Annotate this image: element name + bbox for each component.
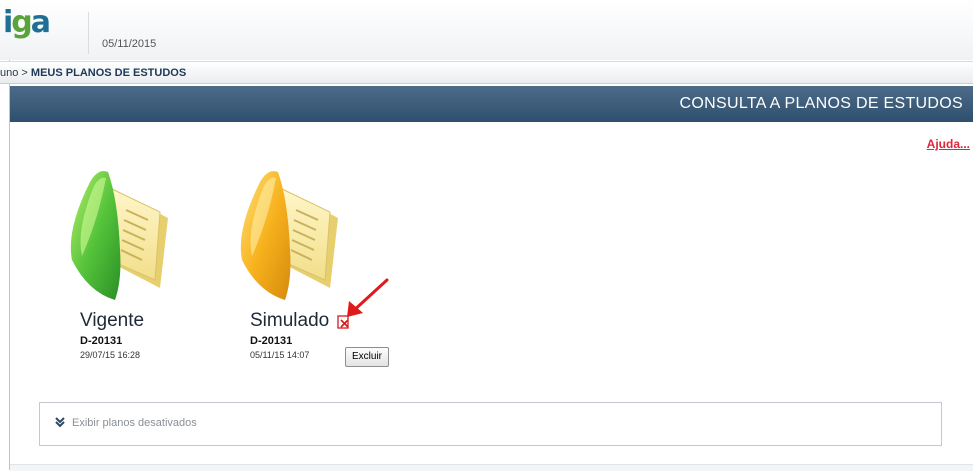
title-bar: CONSULTA A PLANOS DE ESTUDOS — [10, 86, 973, 122]
page-title: CONSULTA A PLANOS DE ESTUDOS — [679, 95, 963, 112]
delete-button[interactable]: Excluir — [345, 347, 390, 367]
breadcrumb-separator: > — [21, 67, 28, 79]
plan-card-simulado[interactable]: Simulado D-20131 05/11/15 14:07 Excluir — [230, 160, 420, 380]
app-logo[interactable]: iga — [3, 6, 51, 40]
header-divider — [88, 12, 89, 54]
show-deactivated-label: Exibir planos desativados — [72, 417, 197, 429]
plan-date: 05/11/15 14:07 — [250, 350, 310, 360]
plan-code: D-20131 — [250, 335, 293, 347]
breadcrumb-item-current: MEUS PLANOS DE ESTUDOS — [30, 67, 187, 79]
plan-name[interactable]: Simulado — [250, 310, 329, 332]
breadcrumb-item-previous[interactable]: uno — [0, 67, 18, 79]
plan-name[interactable]: Vigente — [80, 310, 144, 332]
plan-code: D-20131 — [80, 335, 123, 347]
annotation-arrow-icon — [347, 278, 389, 317]
header-date: 05/11/2015 — [102, 38, 157, 50]
orange-folder-icon[interactable] — [230, 160, 350, 310]
double-chevron-down-icon — [55, 417, 65, 428]
help-link[interactable]: Ajuda... — [927, 137, 970, 151]
deactivated-plans-panel: Exibir planos desativados — [39, 402, 942, 446]
breadcrumb: uno > MEUS PLANOS DE ESTUDOS — [0, 67, 186, 79]
header: iga 05/11/2015 — [0, 0, 973, 60]
green-folder-icon[interactable] — [60, 160, 180, 310]
breadcrumb-bar: uno > MEUS PLANOS DE ESTUDOS — [0, 61, 973, 84]
plan-card-vigente[interactable]: Vigente D-20131 29/07/15 16:28 — [60, 160, 250, 380]
plan-date: 29/07/15 16:28 — [80, 350, 141, 360]
show-deactivated-toggle[interactable]: Exibir planos desativados — [54, 416, 197, 429]
